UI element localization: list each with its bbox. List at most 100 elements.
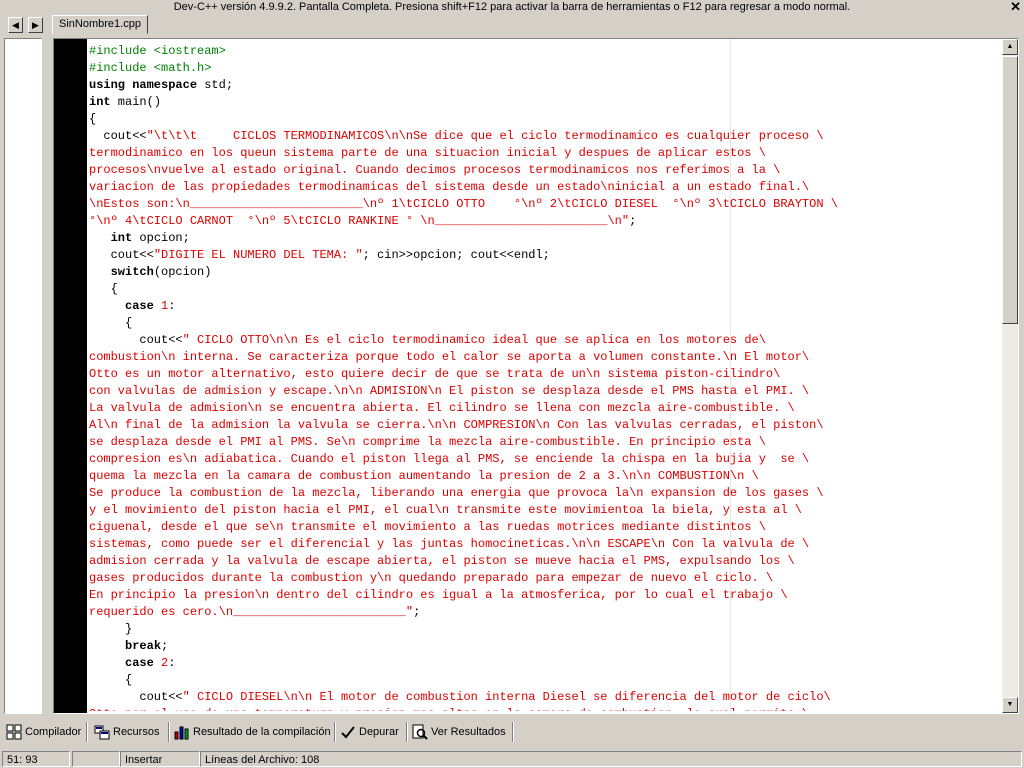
code-line[interactable]: variacion de las propiedades termodinami… [89,179,1003,196]
code-line[interactable]: break; [89,638,1003,655]
code-token: admision cerrada y la valvula de escape … [89,554,795,568]
code-line[interactable]: { [89,672,1003,689]
vertical-scrollbar[interactable]: ▲ ▼ [1002,39,1018,713]
project-panel[interactable] [4,38,42,714]
file-tab[interactable]: SinNombre1.cpp [52,15,148,34]
code-line[interactable]: se desplaza desde el PMI al PMS. Se\n co… [89,434,1003,451]
tab-separator [512,722,514,742]
code-line[interactable]: con valvulas de admision y escape.\n\n A… [89,383,1003,400]
title-bar: Dev-C++ versión 4.9.9.2. Pantalla Comple… [0,0,1024,15]
code-token: gases producidos durante la combustion y… [89,571,774,585]
window-title: Dev-C++ versión 4.9.9.2. Pantalla Comple… [173,1,851,13]
code-line[interactable]: °\nº 4\tCICLO CARNOT °\nº 5\tCICLO RANKI… [89,213,1003,230]
scroll-up-icon[interactable]: ▲ [1002,39,1018,55]
code-token: std; [197,78,234,92]
code-line[interactable]: using namespace std; [89,77,1003,94]
tab-compile-log[interactable]: Resultado de la compilación [170,722,332,742]
code-line[interactable]: compresion es\n adiabatica. Cuando el pi… [89,451,1003,468]
code-line[interactable]: cout<<" CICLO OTTO\n\n Es el ciclo termo… [89,332,1003,349]
code-area[interactable]: #include <iostream> #include <math.h> usin… [89,43,1003,711]
code-line[interactable]: Otto es un motor alternativo, esto quier… [89,366,1003,383]
code-token: Otto por el uso de una temperatura y pre… [89,707,809,711]
debug-icon [341,726,355,739]
code-token: "DIGITE EL NUMERO DEL TEMA: " [153,248,363,262]
status-insert-mode: Insertar [120,751,200,767]
code-token: " CICLO OTTO\n\n Es el ciclo termodinami… [182,333,766,347]
code-token: cout<< [89,129,147,143]
code-token: La valvula de admision\n se encuentra ab… [89,401,795,415]
scrollbar-thumb[interactable] [1002,56,1018,324]
tab-compilador[interactable]: Compilador [2,722,84,742]
code-token: termodinamico en los queun sistema parte… [89,146,766,160]
code-line[interactable]: cout<<" CICLO DIESEL\n\n El motor de com… [89,689,1003,706]
scroll-down-icon[interactable]: ▼ [1002,697,1018,713]
code-token: int [110,231,133,245]
code-line[interactable]: Otto por el uso de una temperatura y pre… [89,706,1003,711]
code-token: break [125,639,162,653]
code-line[interactable]: La valvula de admision\n se encuentra ab… [89,400,1003,417]
code-line[interactable]: { [89,281,1003,298]
code-line[interactable]: sistemas, como puede ser el diferencial … [89,536,1003,553]
next-tab-button[interactable]: ▶ [28,17,43,33]
code-token: { [89,282,118,296]
code-line[interactable]: Se produce la combustion de la mezcla, l… [89,485,1003,502]
code-token: se desplaza desde el PMI al PMS. Se\n co… [89,435,766,449]
code-token: En principio la presion\n dentro del cil… [89,588,788,602]
code-token: int [89,95,111,109]
code-token: #include <math.h> [89,61,212,75]
code-line[interactable]: quema la mezcla en la camara de combusti… [89,468,1003,485]
code-token: compresion es\n adiabatica. Cuando el pi… [89,452,810,466]
code-line[interactable]: } [89,621,1003,638]
code-line[interactable]: y el movimiento del piston hacia el PMI,… [89,502,1003,519]
close-icon[interactable]: ✕ [1010,0,1021,14]
code-token: opcion; [132,231,190,245]
code-token: procesos\nvuelve al estado original. Cua… [89,163,781,177]
code-token: Se produce la combustion de la mezcla, l… [89,486,824,500]
status-cursor-position: 51: 93 [2,751,70,767]
status-modified [72,751,120,767]
code-line[interactable]: switch(opcion) [89,264,1003,281]
code-token: con valvulas de admision y escape.\n\n A… [89,384,810,398]
tab-recursos[interactable]: Recursos [90,722,166,742]
code-token: main() [110,95,162,109]
code-line[interactable]: case 2: [89,655,1003,672]
code-line[interactable]: cout<<"\t\t\t CICLOS TERMODINAMICOS\n\nS… [89,128,1003,145]
code-line[interactable]: requerido es cero.\n____________________… [89,604,1003,621]
code-line[interactable]: termodinamico en los queun sistema parte… [89,145,1003,162]
code-token: combustion\n interna. Se caracteriza por… [89,350,810,364]
code-line[interactable]: En principio la presion\n dentro del cil… [89,587,1003,604]
code-line[interactable]: Al\n final de la admision la valvula se … [89,417,1003,434]
code-token: requerido es cero.\n____________________… [89,605,414,619]
code-token: ciguenal, desde el que se\n transmite el… [89,520,766,534]
code-token: using namespace [89,78,198,92]
code-line[interactable]: combustion\n interna. Se caracteriza por… [89,349,1003,366]
tab-depurar[interactable]: Depurar [336,722,404,742]
code-token: switch [110,265,154,279]
code-line[interactable]: procesos\nvuelve al estado original. Cua… [89,162,1003,179]
code-line[interactable]: #include <iostream> [89,43,1003,60]
code-line[interactable]: int opcion; [89,230,1003,247]
code-line[interactable]: #include <math.h> [89,60,1003,77]
code-line[interactable]: { [89,315,1003,332]
compile-log-icon [174,726,189,740]
editor-gutter[interactable] [54,39,87,713]
code-line[interactable]: cout<<"DIGITE EL NUMERO DEL TEMA: "; cin… [89,247,1003,264]
resources-icon [94,725,110,740]
code-token: { [89,673,133,687]
code-line[interactable]: gases producidos durante la combustion y… [89,570,1003,587]
code-token: cout<< [89,248,154,262]
code-line[interactable]: \nEstos son:\n________________________\n… [89,196,1003,213]
code-editor[interactable]: #include <iostream> #include <math.h> usin… [53,38,1019,714]
tab-ver-resultados[interactable]: Ver Resultados [408,722,510,742]
code-line[interactable]: int main() [89,94,1003,111]
code-line[interactable]: case 1: [89,298,1003,315]
code-token: " CICLO DIESEL\n\n El motor de combustio… [182,690,831,704]
code-token: variacion de las propiedades termodinami… [89,180,810,194]
code-line[interactable]: ciguenal, desde el que se\n transmite el… [89,519,1003,536]
code-line[interactable]: admision cerrada y la valvula de escape … [89,553,1003,570]
prev-tab-button[interactable]: ◀ [8,17,23,33]
code-line[interactable]: { [89,111,1003,128]
code-token: ; [161,639,169,653]
